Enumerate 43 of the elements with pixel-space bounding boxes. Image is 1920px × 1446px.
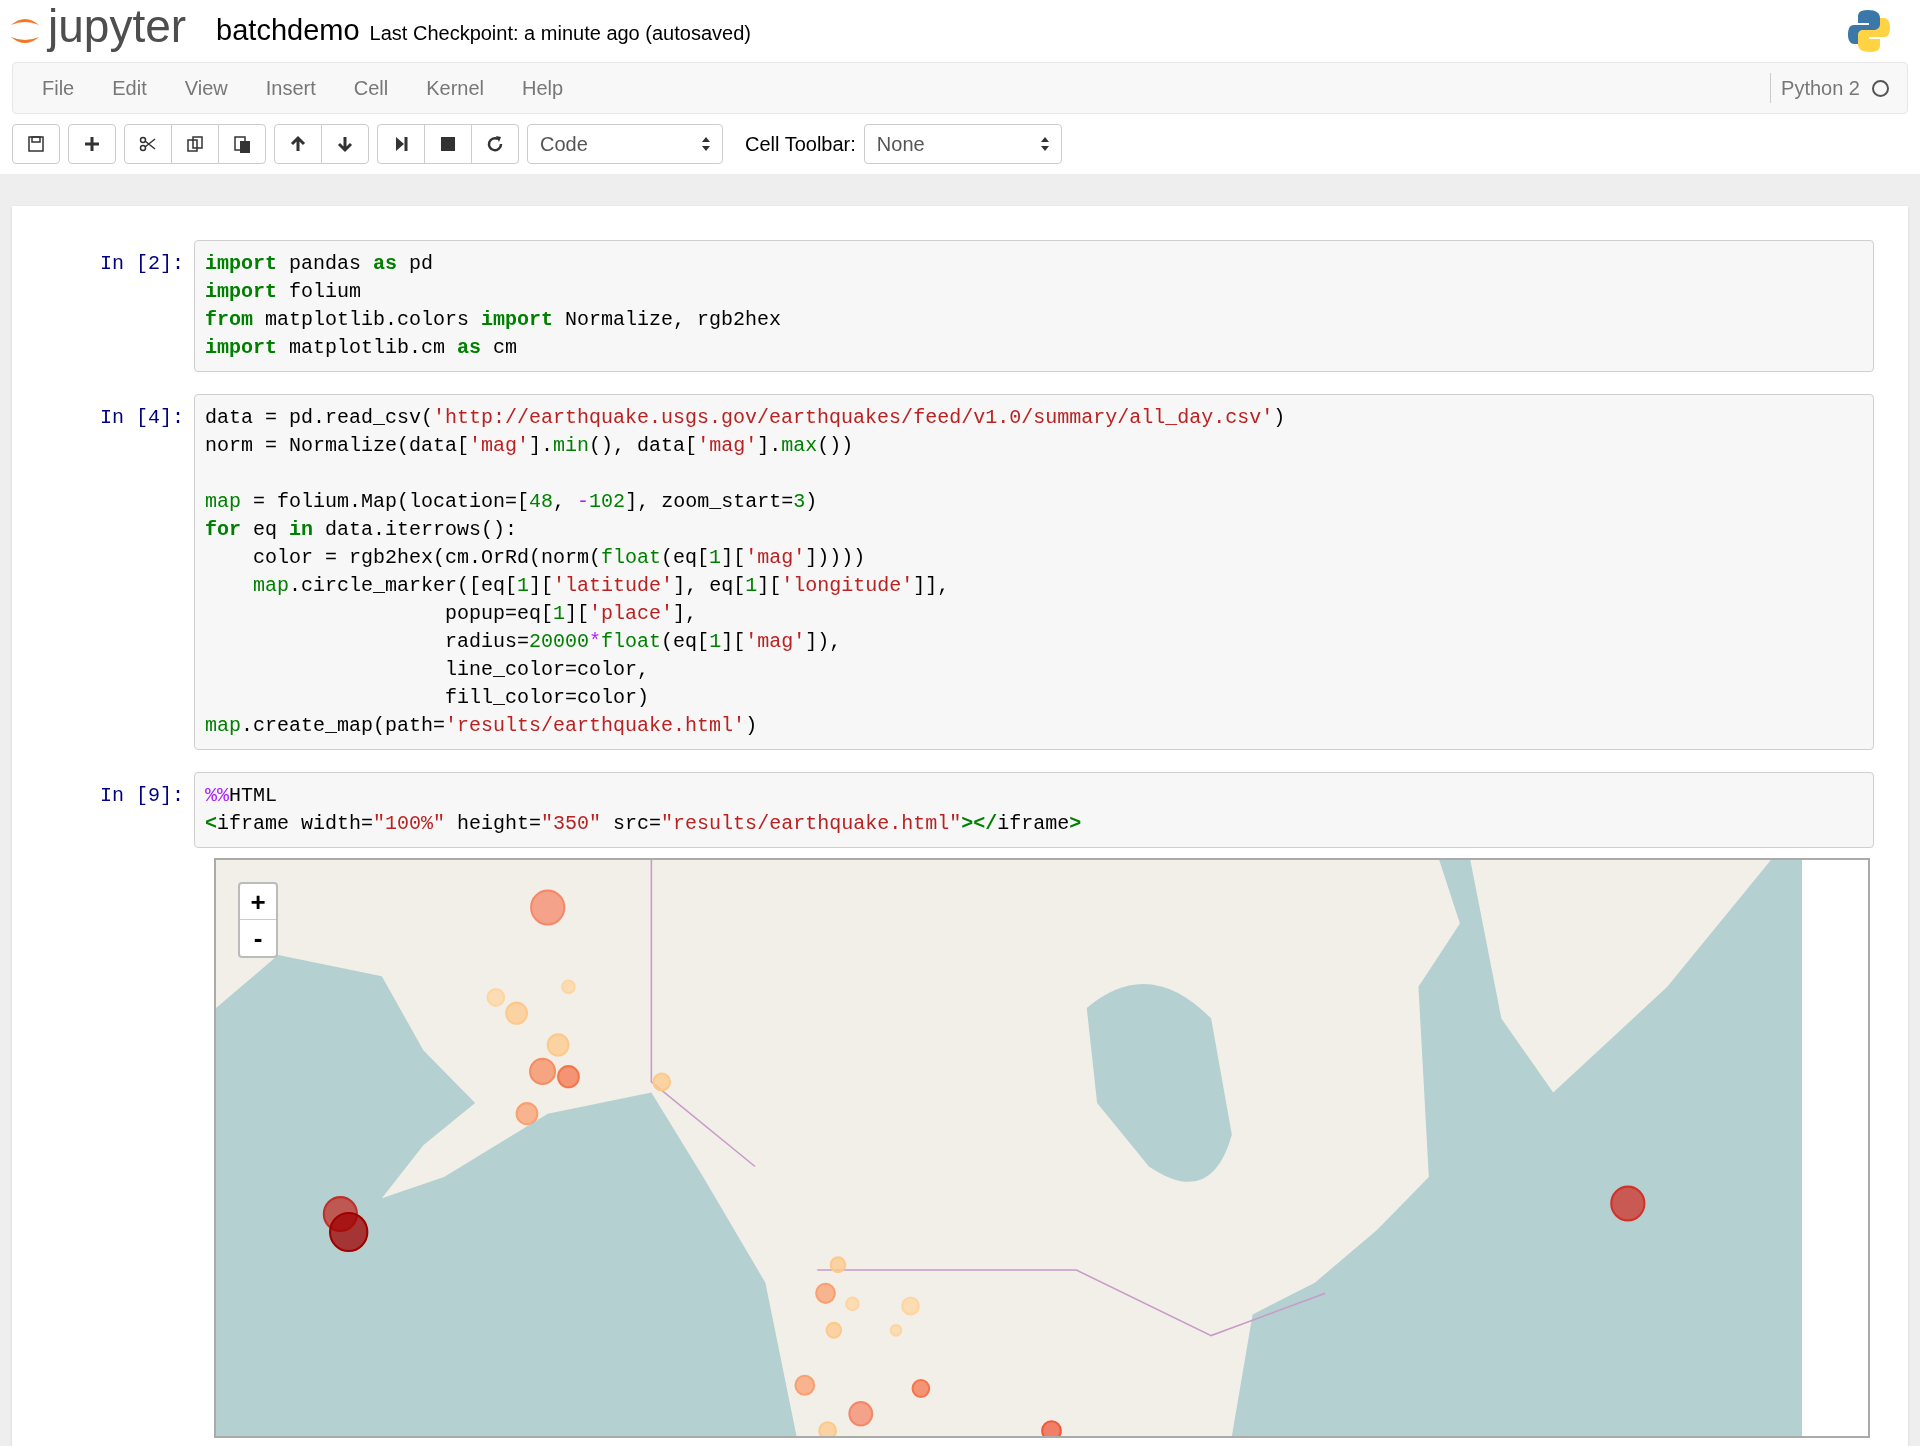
- checkpoint-status: Last Checkpoint: a minute ago (autosaved): [369, 21, 751, 47]
- copy-icon: [185, 134, 205, 154]
- zoom-in-button[interactable]: +: [240, 884, 276, 920]
- input-prompt: In [4]:: [99, 405, 185, 431]
- move-down-button[interactable]: [321, 124, 369, 164]
- save-icon: [26, 134, 46, 154]
- select-arrows-icon: [1040, 136, 1049, 152]
- code-input[interactable]: import pandas as pd import folium from matplotlib.colors import Normalize, rgb2hex import matplotlib.cm as cm: [194, 240, 1874, 372]
- menu-item[interactable]: Cell: [334, 73, 408, 103]
- move-up-button[interactable]: [274, 124, 322, 164]
- stop-icon: [438, 134, 458, 154]
- cell-toolbar-label: Cell Toolbar:: [745, 132, 856, 157]
- cell-type-select[interactable]: Code: [527, 124, 723, 164]
- paste-button[interactable]: [218, 124, 266, 164]
- notebook-name[interactable]: batchdemo: [216, 9, 360, 53]
- insert-cell-button[interactable]: [68, 124, 116, 164]
- run-button[interactable]: [377, 124, 425, 164]
- menu-item[interactable]: Help: [503, 73, 583, 103]
- menu-item[interactable]: Edit: [93, 73, 166, 103]
- input-prompt: In [9]:: [99, 783, 185, 809]
- save-button[interactable]: [12, 124, 60, 164]
- menu-item[interactable]: File: [23, 73, 94, 103]
- code-input[interactable]: %%HTML <iframe width="100%" height="350" src="results/earthquake.html"></iframe>: [194, 772, 1874, 848]
- cell-toolbar-select[interactable]: None: [863, 124, 1062, 164]
- refresh-icon: [485, 134, 505, 154]
- python-logo-icon: [1846, 8, 1892, 54]
- plus-icon: [82, 134, 102, 154]
- arrow-up-icon: [288, 134, 308, 154]
- copy-button[interactable]: [171, 124, 219, 164]
- stop-button[interactable]: [424, 124, 472, 164]
- menu-item[interactable]: Insert: [246, 73, 335, 103]
- select-arrows-icon: [702, 136, 710, 152]
- menu-item[interactable]: Kernel: [407, 73, 503, 103]
- scissors-icon: [138, 134, 158, 154]
- menu-item[interactable]: View: [165, 73, 247, 103]
- kernel-name: Python 2: [1781, 76, 1860, 101]
- paste-icon: [232, 134, 252, 154]
- code-input[interactable]: data = pd.read_csv('http://earthquake.usgs.gov/earthquakes/feed/v1.0/summary/all_day.csv') norm = Normalize(data['mag'].min(), data['mag'].max()) map = folium.Map(location=[48, -102], zoom_start=3) for eq in data.iterrows(): color = rgb2hex(cm.OrRd(norm(float(eq[1]['mag'])))) map.circle_marker([eq[1]['latitude'], eq[1]['longitude']], popup=eq[1]['place'], radius=20000*float(eq[1]['mag']), line_color=color, fill_color=color) map.create_map(path='results/earthquake.html'): [194, 394, 1874, 750]
- input-prompt: In [2]:: [99, 251, 185, 277]
- zoom-out-button[interactable]: -: [240, 920, 276, 956]
- cut-button[interactable]: [124, 124, 172, 164]
- arrow-down-icon: [335, 134, 355, 154]
- restart-button[interactable]: [471, 124, 519, 164]
